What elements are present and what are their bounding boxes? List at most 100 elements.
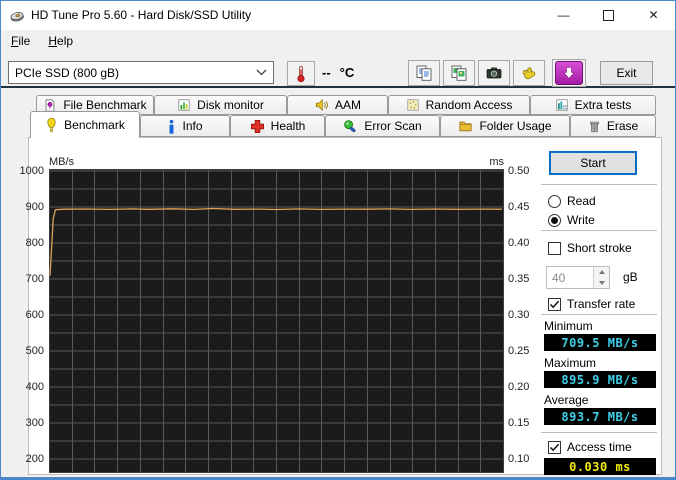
tab-row-primary: Benchmark Info Health Error Scan Folder …: [30, 115, 656, 137]
right-axis-ticks: 0.500.450.400.350.300.250.200.150.10: [508, 138, 544, 476]
read-radio[interactable]: [548, 195, 561, 208]
temperature-readout: -- °C: [322, 65, 354, 80]
tab-health[interactable]: Health: [230, 115, 325, 137]
hand-button[interactable]: [513, 60, 545, 86]
tab-label: Info: [182, 119, 202, 133]
y2-tick-label: 0.45: [508, 200, 529, 214]
spin-down-button[interactable]: [594, 278, 609, 289]
tab-label: Erase: [607, 119, 638, 133]
app-window: HD Tune Pro 5.60 - Hard Disk/SSD Utility…: [0, 0, 676, 480]
tab-benchmark[interactable]: Benchmark: [30, 111, 140, 138]
spin-down-icon: [599, 281, 605, 285]
maximum-label: Maximum: [544, 356, 596, 370]
extra-tests-icon: [555, 98, 569, 112]
short-stroke-label: Short stroke: [567, 241, 632, 255]
tab-aam[interactable]: AAM: [287, 95, 388, 115]
write-radio[interactable]: [548, 214, 561, 227]
y2-tick-label: 0.30: [508, 308, 529, 322]
app-icon: [9, 7, 25, 23]
spin-up-button[interactable]: [594, 267, 609, 278]
title-bar: HD Tune Pro 5.60 - Hard Disk/SSD Utility…: [0, 0, 676, 30]
minimum-label: Minimum: [544, 319, 593, 333]
capacity-spinner[interactable]: 40: [546, 266, 610, 289]
tab-error-scan[interactable]: Error Scan: [325, 115, 440, 137]
benchmark-plot: [49, 169, 504, 473]
divider: [541, 314, 657, 315]
benchmark-panel: MB/s ms 1000900800700600500400300200 0.5…: [28, 137, 662, 475]
write-radio-row[interactable]: Write: [548, 213, 595, 227]
maximum-value: 895.9 MB/s: [544, 371, 656, 388]
temperature-button[interactable]: [287, 61, 315, 86]
window-title: HD Tune Pro 5.60 - Hard Disk/SSD Utility: [31, 8, 251, 22]
chevron-down-icon: [256, 69, 267, 76]
y-axis-unit-label: MB/s: [49, 156, 74, 168]
close-button[interactable]: ✕: [631, 0, 676, 30]
start-button[interactable]: Start: [549, 151, 637, 175]
checkmark-icon: [549, 442, 560, 453]
read-label: Read: [567, 194, 596, 208]
tab-label: Error Scan: [364, 119, 421, 133]
average-label: Average: [544, 393, 588, 407]
y-tick-label: 500: [14, 344, 44, 358]
y2-tick-label: 0.25: [508, 344, 529, 358]
average-value: 893.7 MB/s: [544, 408, 656, 425]
short-stroke-checkbox[interactable]: [548, 242, 561, 255]
info-icon: [167, 119, 176, 134]
maximize-icon: [603, 10, 614, 21]
copy-text-icon: [415, 64, 433, 82]
divider: [541, 432, 657, 433]
tab-label: Disk monitor: [197, 98, 264, 112]
y-tick-label: 400: [14, 380, 44, 394]
copy-text-button[interactable]: [408, 60, 440, 86]
y-tick-label: 800: [14, 236, 44, 250]
divider: [541, 184, 657, 185]
speaker-icon: [314, 98, 329, 112]
divider: [541, 230, 657, 231]
tab-disk-monitor[interactable]: Disk monitor: [154, 95, 287, 115]
tab-random-access[interactable]: Random Access: [388, 95, 530, 115]
transfer-rate-chart: [49, 169, 504, 473]
minimize-button[interactable]: —: [541, 0, 586, 30]
tab-label: Random Access: [426, 98, 513, 112]
y2-tick-label: 0.20: [508, 380, 529, 394]
temperature-value: --: [322, 65, 331, 80]
menu-help[interactable]: Help: [39, 32, 82, 50]
thermometer-icon: [293, 65, 309, 83]
screenshot-button[interactable]: [478, 60, 510, 86]
copy-image-button[interactable]: [443, 60, 475, 86]
maximize-button[interactable]: [586, 0, 631, 30]
close-icon: ✕: [648, 8, 658, 22]
hand-icon: [520, 64, 538, 82]
y-tick-label: 200: [14, 452, 44, 466]
tab-label: File Benchmark: [63, 98, 146, 112]
y-tick-label: 300: [14, 416, 44, 430]
magnifier-icon: [343, 119, 358, 134]
copy-image-icon: [450, 64, 468, 82]
download-button[interactable]: [552, 59, 586, 87]
menu-file[interactable]: File: [2, 32, 39, 50]
tab-info[interactable]: Info: [140, 115, 230, 137]
random-access-icon: [406, 98, 420, 112]
tab-label: Extra tests: [575, 98, 632, 112]
left-axis-ticks: 1000900800700600500400300200: [29, 138, 46, 476]
capacity-value: 40: [547, 267, 593, 288]
toolbar: PCIe SSD (800 gB) -- °C: [0, 52, 676, 88]
access-time-row[interactable]: Access time: [548, 440, 632, 454]
short-stroke-row[interactable]: Short stroke: [548, 241, 632, 255]
exit-button[interactable]: Exit: [600, 61, 653, 85]
tab-label: Benchmark: [64, 118, 125, 132]
disk-monitor-icon: [177, 98, 191, 112]
y2-tick-label: 0.15: [508, 416, 529, 430]
access-time-checkbox[interactable]: [548, 441, 561, 454]
y2-tick-label: 0.35: [508, 272, 529, 286]
y-tick-label: 600: [14, 308, 44, 322]
spinner-buttons: [593, 267, 609, 288]
transfer-rate-row[interactable]: Transfer rate: [548, 297, 635, 311]
read-radio-row[interactable]: Read: [548, 194, 596, 208]
tab-folder-usage[interactable]: Folder Usage: [440, 115, 570, 137]
drive-select-dropdown[interactable]: PCIe SSD (800 gB): [8, 61, 274, 84]
tab-erase[interactable]: Erase: [570, 115, 656, 137]
tab-extra-tests[interactable]: Extra tests: [530, 95, 656, 115]
spin-up-icon: [599, 270, 605, 274]
transfer-rate-checkbox[interactable]: [548, 298, 561, 311]
